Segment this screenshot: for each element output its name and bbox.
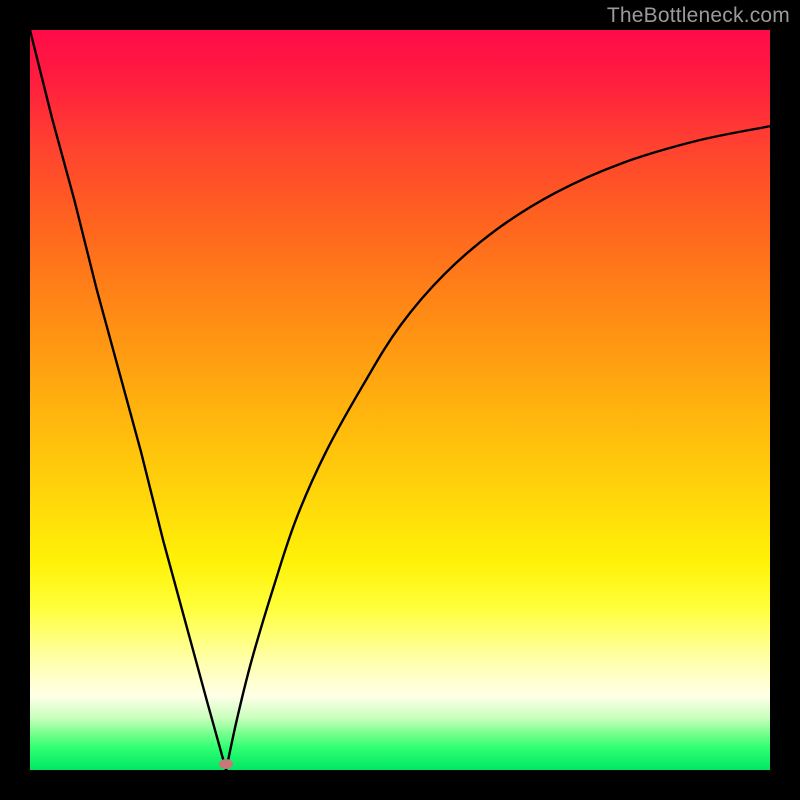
curve-svg: [30, 30, 770, 770]
plot-area: [30, 30, 770, 770]
curve-right: [226, 126, 770, 770]
min-marker: [219, 759, 233, 769]
chart-frame: TheBottleneck.com: [0, 0, 800, 800]
curve-left: [30, 30, 226, 770]
watermark-text: TheBottleneck.com: [607, 4, 790, 28]
